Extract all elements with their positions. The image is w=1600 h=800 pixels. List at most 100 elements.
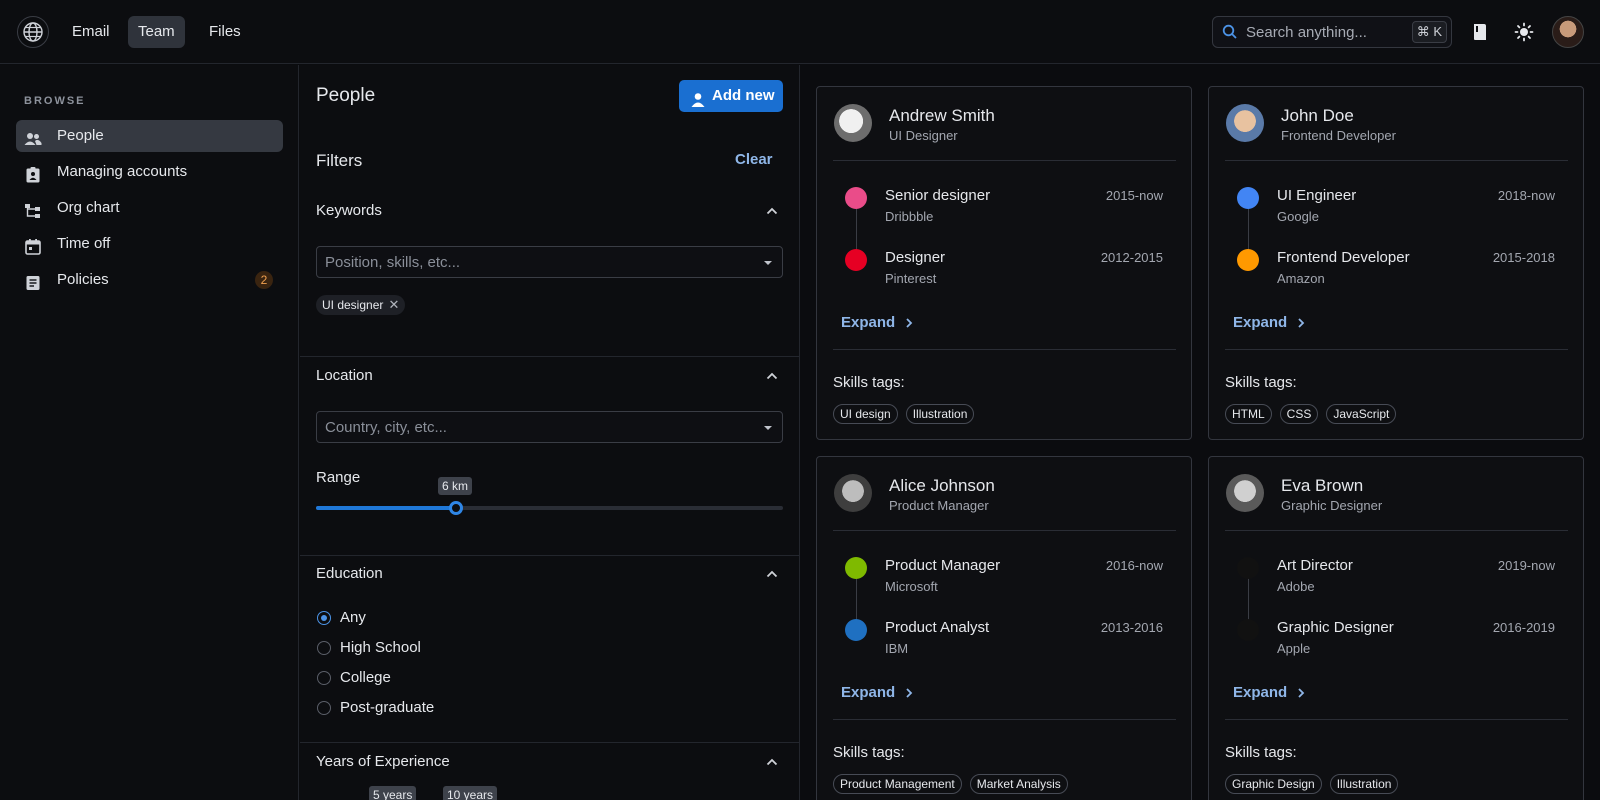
job-dates: 2015-2018: [1492, 250, 1555, 265]
skill-tag[interactable]: Graphic Design: [1225, 774, 1322, 794]
person-card-0: Andrew Smith UI Designer Senior designer…: [816, 86, 1192, 440]
person-role: Product Manager: [889, 498, 989, 513]
job-company: Google: [1277, 209, 1319, 224]
expand-button[interactable]: Expand: [1233, 684, 1305, 701]
radio-any[interactable]: [317, 611, 331, 625]
keywords-select[interactable]: Position, skills, etc...: [316, 246, 783, 278]
skill-tag[interactable]: HTML: [1225, 404, 1272, 424]
avatar[interactable]: [834, 104, 872, 142]
remove-chip-icon[interactable]: ✕: [388, 295, 399, 315]
sidebar-item-org-chart[interactable]: Org chart: [16, 192, 283, 224]
search-icon: [1222, 24, 1238, 43]
microsoft-logo-icon: [845, 557, 867, 579]
search-input[interactable]: Search anything... ⌘ K: [1212, 16, 1452, 48]
range-slider-thumb[interactable]: [449, 501, 464, 515]
chevron-up-icon[interactable]: [766, 758, 778, 766]
sidebar: BROWSE People Managing accounts Org char…: [0, 65, 299, 800]
avatar[interactable]: [834, 474, 872, 512]
location-select[interactable]: Country, city, etc...: [316, 411, 783, 443]
skill-tag[interactable]: Product Management: [833, 774, 962, 794]
skill-tag[interactable]: Illustration: [905, 404, 975, 424]
radio-label-post-graduate[interactable]: Post-graduate: [340, 699, 434, 716]
skills-label: Skills tags:: [833, 374, 905, 391]
job-company: Microsoft: [885, 579, 938, 594]
globe-icon[interactable]: [17, 16, 49, 48]
chevron-right-icon: [906, 318, 913, 328]
expand-label: Expand: [841, 684, 896, 701]
job-dates: 2013-2016: [1100, 620, 1163, 635]
nav-team[interactable]: Team: [128, 16, 185, 48]
divider: [300, 742, 799, 743]
expand-button[interactable]: Expand: [841, 684, 913, 701]
avatar[interactable]: [1226, 474, 1264, 512]
range-slider-fill: [316, 506, 457, 510]
skill-tag[interactable]: UI design: [833, 404, 898, 424]
sidebar-item-label: Policies: [57, 271, 109, 288]
skill-tag[interactable]: Market Analysis: [969, 774, 1068, 794]
skill-tag[interactable]: CSS: [1279, 404, 1319, 424]
radio-label-any[interactable]: Any: [340, 609, 366, 626]
ibm-logo-icon: [845, 619, 867, 641]
sidebar-item-label: Time off: [57, 235, 111, 252]
avatar[interactable]: [1226, 104, 1264, 142]
skill-tag[interactable]: JavaScript: [1326, 404, 1397, 424]
radio-high-school[interactable]: [317, 641, 331, 655]
sidebar-item-managing-accounts[interactable]: Managing accounts: [16, 156, 283, 188]
experience-heading[interactable]: Years of Experience: [316, 753, 450, 770]
add-user-icon: [691, 88, 705, 120]
radio-label-college[interactable]: College: [340, 669, 391, 686]
amazon-logo-icon: [1237, 249, 1259, 271]
expand-label: Expand: [1233, 314, 1288, 331]
sun-icon[interactable]: [1512, 20, 1536, 44]
chevron-up-icon[interactable]: [766, 372, 778, 380]
skill-tag[interactable]: Illustration: [1329, 774, 1399, 794]
radio-post-graduate[interactable]: [317, 701, 331, 715]
sidebar-item-time-off[interactable]: Time off: [16, 228, 283, 260]
sidebar-item-label: Org chart: [57, 199, 120, 216]
book-icon[interactable]: [1468, 20, 1492, 44]
job-title: UI Engineer: [1277, 187, 1357, 204]
range-tooltip: 6 km: [438, 477, 473, 495]
sidebar-item-people[interactable]: People: [16, 120, 283, 152]
range-slider[interactable]: [316, 501, 783, 515]
nav-files[interactable]: Files: [199, 16, 251, 48]
radio-label-high-school[interactable]: High School: [340, 639, 421, 656]
location-heading[interactable]: Location: [316, 367, 373, 384]
expand-button[interactable]: Expand: [1233, 314, 1305, 331]
person-name[interactable]: Eva Brown: [1281, 476, 1363, 496]
filters-panel: People Add new Filters Clear Keywords Po…: [300, 65, 800, 800]
job-dates: 2016-now: [1105, 558, 1163, 573]
job-company: Apple: [1277, 641, 1311, 656]
clear-filters-button[interactable]: Clear: [735, 151, 773, 168]
divider: [1225, 530, 1568, 531]
divider: [833, 160, 1176, 161]
chevron-up-icon[interactable]: [766, 570, 778, 578]
chevron-up-icon[interactable]: [766, 207, 778, 215]
expand-button[interactable]: Expand: [841, 314, 913, 331]
job-company: Amazon: [1277, 271, 1325, 286]
job-dates: 2015-now: [1105, 188, 1163, 203]
divider: [1225, 349, 1568, 350]
sidebar-item-policies[interactable]: Policies 2: [16, 264, 283, 296]
caret-down-icon: [764, 261, 772, 265]
education-heading[interactable]: Education: [316, 565, 383, 582]
pinterest-logo-icon: [845, 249, 867, 271]
divider: [833, 719, 1176, 720]
person-card-1: John Doe Frontend Developer UI Engineer …: [1208, 86, 1584, 440]
location-placeholder: Country, city, etc...: [325, 419, 447, 436]
radio-college[interactable]: [317, 671, 331, 685]
add-new-button[interactable]: Add new: [679, 80, 783, 112]
expand-label: Expand: [1233, 684, 1288, 701]
nav-email[interactable]: Email: [62, 16, 120, 48]
search-shortcut: ⌘ K: [1411, 21, 1447, 43]
avatar[interactable]: [1552, 16, 1584, 48]
person-name[interactable]: Alice Johnson: [889, 476, 995, 496]
keywords-heading[interactable]: Keywords: [316, 202, 382, 219]
person-name[interactable]: Andrew Smith: [889, 106, 995, 126]
keywords-placeholder: Position, skills, etc...: [325, 254, 461, 271]
person-name[interactable]: John Doe: [1281, 106, 1354, 126]
search-placeholder: Search anything...: [1246, 24, 1367, 41]
skills-tags: Graphic Design Illustration: [1225, 774, 1399, 794]
experience-min-tooltip: 5 years: [369, 786, 417, 800]
divider: [1225, 160, 1568, 161]
